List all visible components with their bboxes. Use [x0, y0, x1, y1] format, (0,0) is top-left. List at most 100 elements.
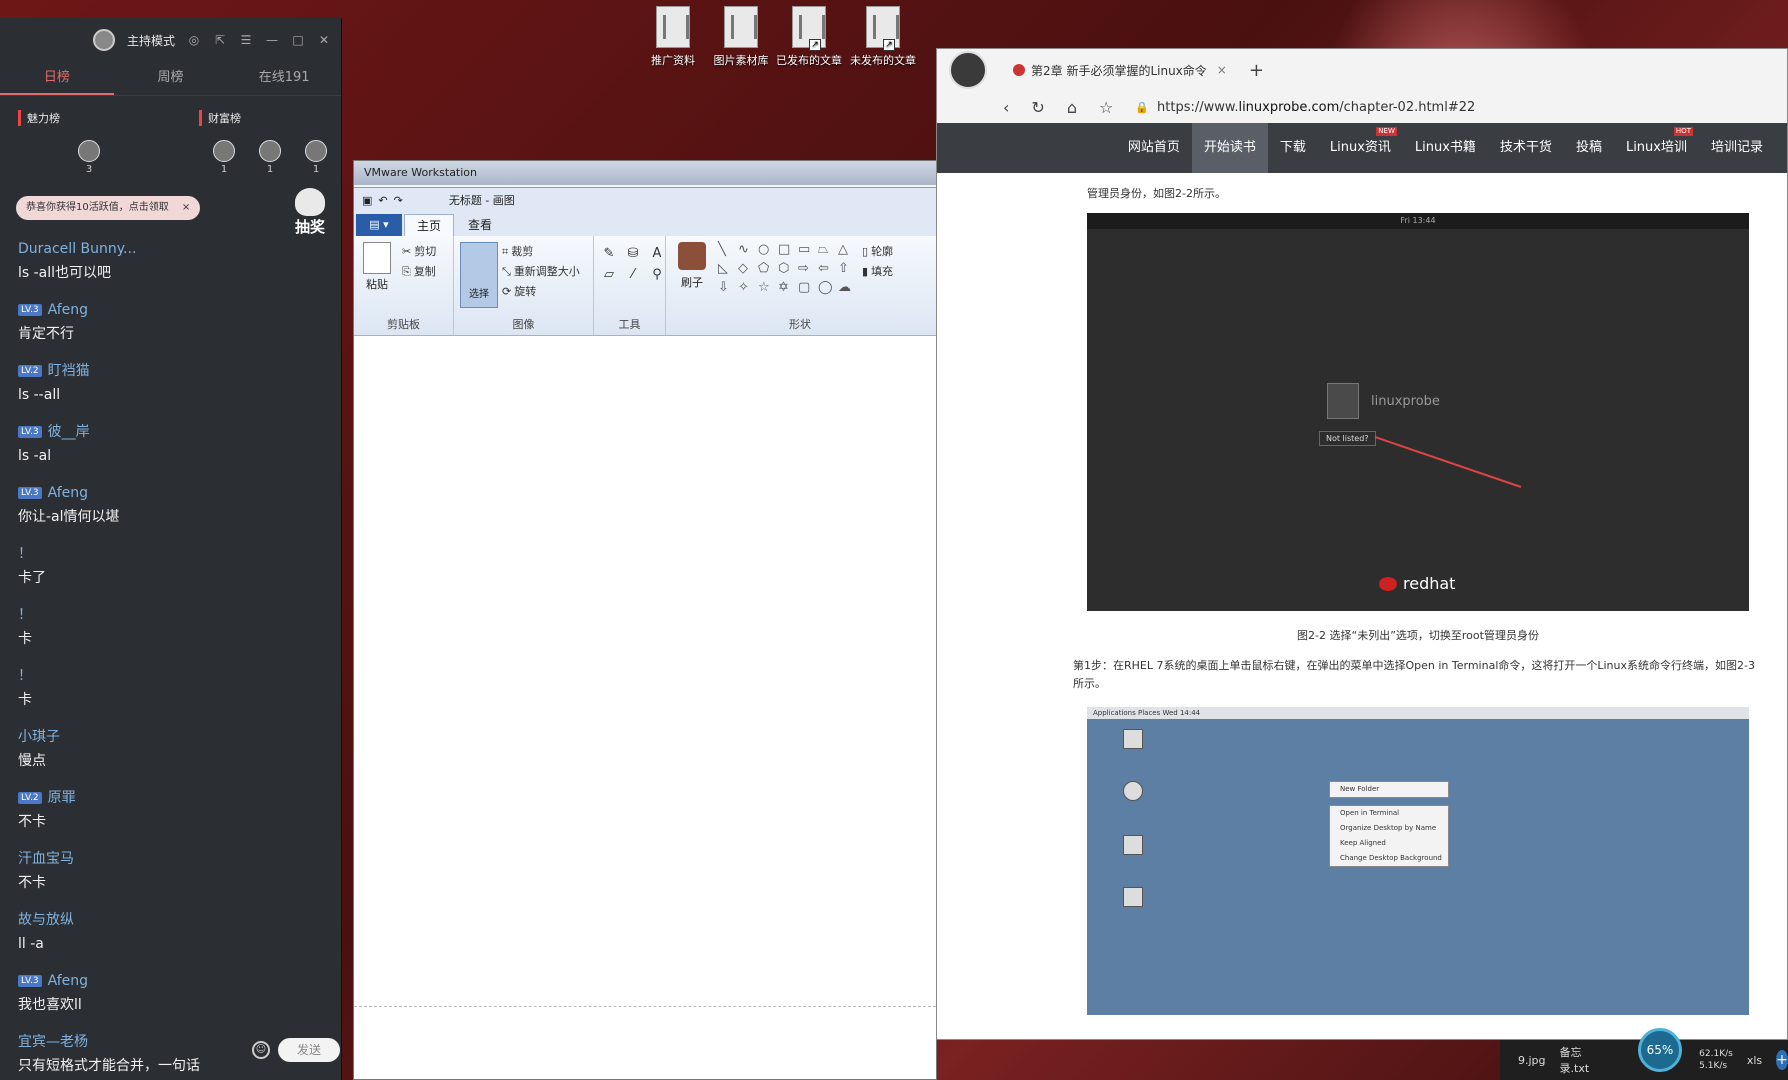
browser-window: 第2章 新手必须掌握的Linux命令 × + ‹ ↻ ⌂ ☆ 🔒 https:/… [936, 48, 1788, 1040]
address-bar[interactable]: 🔒 https://www.linuxprobe.com/chapter-02.… [1135, 100, 1475, 115]
chat-username[interactable]: LV.2 原罪 [18, 789, 328, 807]
send-button[interactable]: 发送 [278, 1038, 340, 1062]
nav-start-reading[interactable]: 开始读书 [1191, 123, 1268, 173]
tab-close-icon[interactable]: × [1217, 63, 1227, 77]
select-button[interactable]: 选择 [460, 242, 498, 308]
folder-icon [656, 6, 690, 48]
taskbar-item[interactable]: 9.jpg [1518, 1054, 1546, 1067]
fill-icon: ▮ [862, 265, 869, 278]
nav-download[interactable]: 下载 [1268, 123, 1318, 173]
maximize-icon[interactable]: □ [291, 33, 305, 47]
tab-daily[interactable]: 日榜 [0, 62, 114, 95]
copy-button[interactable]: ⎘ 复制 [402, 262, 436, 282]
paste-button[interactable]: 粘贴 [360, 242, 394, 292]
canvas-resize-handle[interactable] [354, 1006, 936, 1010]
chat-username[interactable]: ！ [18, 667, 328, 685]
chat-username[interactable]: LV.3 Afeng [18, 972, 328, 990]
chat-text: 卡 [18, 631, 32, 647]
home-icon[interactable]: ⌂ [1067, 98, 1077, 117]
gift-claim-banner[interactable]: 恭喜你获得10活跃值，点击领取 × [16, 196, 201, 220]
rank-count: 3 [85, 164, 93, 175]
resize-button[interactable]: ⤡ 重新调整大小 [502, 262, 580, 282]
back-icon[interactable]: ‹ [1003, 98, 1009, 117]
settings-icon[interactable]: ◎ [187, 33, 201, 47]
stream-titlebar: 主持模式 ◎ ⇱ ☰ — □ ✕ [0, 18, 341, 62]
nav-training-records[interactable]: 培训记录 [1699, 123, 1775, 173]
emoji-icon[interactable]: ☺ [252, 1041, 270, 1059]
nav-linux-news[interactable]: Linux资讯 NEW [1318, 123, 1403, 173]
paint-window: ▣ ↶ ↷ 无标题 - 画图 ▤ ▾ 主页 查看 粘贴 ✂ 剪切 ⎘ 复制 剪贴板 [354, 187, 936, 1079]
desktop-icon-published[interactable]: ↗ 已发布的文章 [776, 6, 842, 68]
save-icon[interactable]: ▣ [362, 194, 372, 207]
nav-linux-training[interactable]: Linux培训 HOT [1614, 123, 1699, 173]
desktop-icon-promo-folder[interactable]: 推广资料 [640, 6, 706, 68]
outline-button[interactable]: ▯ 轮廓 [862, 242, 893, 262]
menu-icon[interactable]: ☰ [239, 33, 253, 47]
tab-home[interactable]: 主页 [404, 214, 455, 236]
bookmark-star-icon[interactable]: ☆ [1099, 98, 1113, 117]
eraser-icon[interactable]: ▱ [600, 267, 618, 282]
paint-canvas[interactable] [354, 338, 936, 1079]
lottery-button[interactable]: 抽奖 [286, 188, 334, 240]
rotate-button[interactable]: ⟳ 旋转 [502, 282, 580, 302]
rank-user[interactable]: 1 [259, 140, 281, 175]
nav-tech-articles[interactable]: 技术干货 [1488, 123, 1564, 173]
fill-bucket-icon[interactable]: ⛁ [624, 246, 642, 261]
chat-username[interactable]: LV.3 Afeng [18, 484, 328, 502]
chat-text: ls -all也可以吧 [18, 265, 112, 281]
chat-username[interactable]: ！ [18, 545, 328, 563]
lottery-label: 抽奖 [294, 218, 325, 236]
chat-username[interactable]: ！ [18, 606, 328, 624]
desktop-icon-unpublished[interactable]: ↗ 未发布的文章 [850, 6, 916, 68]
crop-button[interactable]: ⌗ 裁剪 [502, 242, 580, 262]
chat-username[interactable]: LV.3 Afeng [18, 301, 328, 319]
chat-username[interactable]: LV.2 盯裆猫 [18, 362, 328, 380]
nav-submit[interactable]: 投稿 [1564, 123, 1614, 173]
chat-message: 小琪子 慢点 [18, 728, 328, 770]
pencil-icon[interactable]: ✎ [600, 246, 618, 261]
host-avatar[interactable] [92, 29, 115, 51]
cut-button[interactable]: ✂ 剪切 [402, 242, 436, 262]
memory-gauge[interactable]: 65% [1638, 1028, 1682, 1072]
minimize-icon[interactable]: — [265, 33, 279, 47]
close-icon[interactable]: ✕ [317, 33, 331, 47]
chat-username[interactable]: LV.3 彼__岸 [18, 423, 328, 441]
tab-view[interactable]: 查看 [456, 214, 504, 236]
fill-button[interactable]: ▮ 填充 [862, 262, 893, 282]
chat-username[interactable]: 故与放纵 [18, 911, 328, 929]
vmware-titlebar[interactable]: VMware Workstation [354, 161, 936, 185]
tab-weekly[interactable]: 周榜 [114, 62, 228, 95]
rank-count: 1 [312, 164, 320, 175]
browser-tab[interactable]: 第2章 新手必须掌握的Linux命令 × [1003, 56, 1237, 84]
magnifier-icon[interactable]: ⚲ [648, 267, 666, 282]
text-icon[interactable]: A [648, 246, 666, 261]
nav-linux-books[interactable]: Linux书籍 [1403, 123, 1488, 173]
chat-username[interactable]: 汗血宝马 [18, 850, 328, 868]
figure-caption: 图2-2 选择“未列出”选项，切换至root管理员身份 [1297, 629, 1539, 642]
rank-user[interactable]: 3 [78, 140, 100, 175]
popout-icon[interactable]: ⇱ [213, 33, 227, 47]
reload-icon[interactable]: ↻ [1031, 98, 1044, 117]
add-icon[interactable]: + [1776, 1050, 1788, 1070]
rank-user[interactable]: 1 [213, 140, 235, 175]
taskbar-item[interactable]: 备忘录.txt [1560, 1044, 1590, 1076]
gift-banner-close-icon[interactable]: × [182, 202, 190, 213]
paint-file-menu[interactable]: ▤ ▾ [356, 214, 402, 236]
brush-button[interactable]: 刷子 [672, 242, 712, 290]
chat-username[interactable]: Duracell Bunny... [18, 240, 328, 258]
copy-icon: ⎘ [402, 265, 411, 278]
new-tab-button[interactable]: + [1249, 60, 1264, 81]
taskbar-item[interactable]: xls [1747, 1054, 1762, 1067]
chat-text: 卡了 [18, 570, 46, 586]
rank-user[interactable]: 1 [305, 140, 327, 175]
tab-online[interactable]: 在线191 [227, 62, 341, 95]
chat-username[interactable]: 小琪子 [18, 728, 328, 746]
undo-icon[interactable]: ↶ [378, 194, 387, 207]
nav-home[interactable]: 网站首页 [1116, 123, 1192, 173]
color-picker-icon[interactable]: ⁄ [624, 267, 642, 282]
desktop-icon-image-library[interactable]: 图片素材库 [708, 6, 774, 68]
rotate-icon: ⟳ [502, 285, 512, 298]
browser-profile-avatar[interactable] [949, 51, 987, 89]
redo-icon[interactable]: ↷ [394, 194, 403, 207]
shape-gallery[interactable]: ╲ ∿ ○ □ ▭ ⏢ △ ◺ ◇ ⬠ ⬡ ⇨ ⇦ ⇧ ⇩ ✧ ☆ ✡ ▢ ◯ ☁ [718, 242, 854, 295]
